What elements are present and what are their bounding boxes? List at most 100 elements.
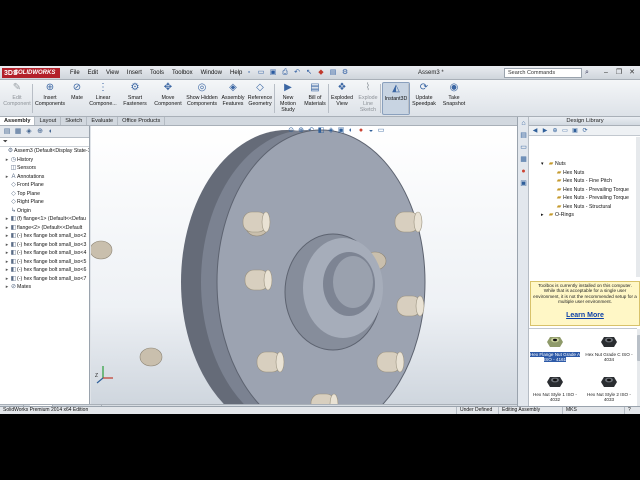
bolt-end[interactable]	[413, 211, 423, 233]
print-icon[interactable]: ⎙	[280, 68, 290, 78]
menu-insert[interactable]: Insert	[123, 67, 146, 79]
bolt-end[interactable]	[261, 211, 271, 233]
tree-item[interactable]: ◇Top Plane	[0, 190, 89, 199]
minimize-icon[interactable]: –	[600, 67, 612, 78]
smart-fasteners-button[interactable]: ⚙ Smart Fasteners	[120, 82, 150, 115]
display-manager-icon[interactable]: ◐	[46, 127, 56, 137]
file-properties-icon[interactable]: ▤	[328, 68, 338, 78]
tree-item[interactable]: ▸ ◧(-) hex flange bolt small_iso<2	[0, 232, 89, 241]
library-tree-scrollbar[interactable]	[636, 137, 640, 277]
feature-tree-icon[interactable]: ▤	[2, 127, 12, 137]
bore[interactable]	[333, 256, 373, 308]
library-folder[interactable]: ▰ Hex Nuts - Fine Pitch	[529, 177, 640, 186]
part-thumbnail[interactable]: Hex Nut Grade C ISO - 4034	[583, 332, 635, 372]
tree-item[interactable]: ◫Sensors	[0, 164, 89, 173]
tree-item[interactable]: ▸ ⊘Mates	[0, 283, 89, 292]
tree-item[interactable]: ◇Right Plane	[0, 198, 89, 207]
custom-properties-icon[interactable]: ▣	[519, 179, 528, 188]
options-icon[interactable]: ⚙	[340, 68, 350, 78]
tab-layout[interactable]: Layout	[35, 117, 62, 125]
tree-item[interactable]: ▸ ◧(-) hex flange bolt small_iso<7	[0, 275, 89, 284]
menu-toolbox[interactable]: Toolbox	[168, 67, 197, 79]
open-icon[interactable]: ▭	[256, 68, 266, 78]
search-icon[interactable]: ⌕	[585, 68, 595, 78]
library-folder[interactable]: ▰ Hex Nuts	[529, 169, 640, 178]
close-icon[interactable]: ✕	[626, 67, 638, 78]
select-icon[interactable]: ↖	[304, 68, 314, 78]
add-to-library-icon[interactable]: ⊕	[551, 127, 559, 135]
create-folder-icon[interactable]: ▣	[571, 127, 579, 135]
section-view-icon[interactable]: ◧	[317, 127, 325, 135]
dimxpert-icon[interactable]: ⊕	[35, 127, 45, 137]
library-folder[interactable]: ▰ Hex Nuts - Structural	[529, 203, 640, 212]
restore-icon[interactable]: ❐	[613, 67, 625, 78]
property-manager-icon[interactable]: ▦	[13, 127, 23, 137]
speedpak-button[interactable]: ⟳ Update Speedpak	[410, 82, 438, 115]
bom-button[interactable]: ▤ Bill of Materials	[302, 82, 328, 115]
tab-office-products[interactable]: Office Products	[118, 117, 166, 125]
new-document-icon[interactable]: ▫	[244, 68, 254, 78]
assembly-features-button[interactable]: ◈ Assembly Features	[220, 82, 246, 115]
move-component-button[interactable]: ✥ Move Component	[152, 82, 184, 115]
tree-item[interactable]: ▸ ◷History	[0, 156, 89, 165]
part-thumbnail[interactable]: Hex Flange Nut Grade A ISO - 4161	[529, 332, 581, 372]
solidworks-resources-icon[interactable]: ⌂	[519, 119, 528, 128]
menu-file[interactable]: File	[66, 67, 84, 79]
explode-line-button[interactable]: ⌇ Explode Line Sketch	[356, 82, 380, 115]
configuration-manager-icon[interactable]: ◈	[24, 127, 34, 137]
view-settings-icon[interactable]: ▭	[377, 127, 385, 135]
graphics-area[interactable]: ⊙ ⊕ ↶ ◧ ◈ ▣ ◐ ● ◒ ▭ Z	[91, 126, 517, 404]
status-units[interactable]: MKS	[562, 407, 577, 414]
linear-pattern-button[interactable]: ⋮ Linear Compone...	[88, 82, 118, 115]
learn-more-link[interactable]: Learn More	[530, 311, 640, 320]
tab-evaluate[interactable]: Evaluate	[87, 117, 119, 125]
library-folder[interactable]: ▾ ▰ Nuts	[529, 160, 640, 169]
bolt-end[interactable]	[415, 295, 425, 317]
insert-components-button[interactable]: ⊕ Insert Components	[34, 82, 66, 115]
bolt-tail[interactable]	[139, 347, 163, 367]
bolt-tail[interactable]	[91, 240, 113, 260]
solidworks-logo[interactable]: 3DS SOLIDWORKS	[2, 68, 60, 78]
tree-item[interactable]: ▸ A Annotations	[0, 173, 89, 182]
edit-component-button[interactable]: ✎ Edit Component	[2, 82, 32, 115]
instant3d-button[interactable]: ◭ Instant3D	[382, 82, 410, 115]
help-icon[interactable]: ?	[624, 407, 631, 414]
undo-icon[interactable]: ↶	[292, 68, 302, 78]
edit-appearance-icon[interactable]: ●	[357, 127, 365, 135]
filter-icon[interactable]: ⏷	[0, 138, 89, 147]
tab-sketch[interactable]: Sketch	[61, 117, 88, 125]
tree-item[interactable]: ▸ ◧(-) hex flange bolt small_iso<5	[0, 258, 89, 267]
menu-edit[interactable]: Edit	[84, 67, 102, 79]
motion-study-button[interactable]: ▶ New Motion Study	[276, 82, 300, 115]
bolt-end[interactable]	[395, 351, 405, 373]
file-explorer-icon[interactable]: ▭	[519, 143, 528, 152]
appearances-icon[interactable]: ●	[519, 167, 528, 176]
zoom-to-fit-icon[interactable]: ⊙	[287, 127, 295, 135]
tree-item[interactable]: ▸ ◧(f) flange<1> (Default<<Defau	[0, 215, 89, 224]
mate-button[interactable]: ⊘ Mate	[68, 82, 86, 115]
menu-view[interactable]: View	[102, 67, 123, 79]
menu-tools[interactable]: Tools	[146, 67, 168, 79]
tree-item[interactable]: ▸ ◧(-) hex flange bolt small_iso<6	[0, 266, 89, 275]
library-folder[interactable]: ▰ Hex Nuts - Prevailing Torque	[529, 194, 640, 203]
bolt-end[interactable]	[263, 269, 273, 291]
forward-icon[interactable]: ▶	[541, 127, 549, 135]
refresh-icon[interactable]: ⟳	[581, 127, 589, 135]
view-palette-icon[interactable]: ▦	[519, 155, 528, 164]
tree-item[interactable]: ▸ ◧(-) hex flange bolt small_iso<4	[0, 249, 89, 258]
save-icon[interactable]: ▣	[268, 68, 278, 78]
apply-scene-icon[interactable]: ◒	[367, 127, 375, 135]
exploded-view-button[interactable]: ❖ Exploded View	[330, 82, 354, 115]
tree-item[interactable]: ↳Origin	[0, 207, 89, 216]
design-library-icon[interactable]: ▤	[519, 131, 528, 140]
view-orientation-icon[interactable]: ◈	[327, 127, 335, 135]
tree-item[interactable]: ▸ ◧flange<2> (Default<<Default	[0, 224, 89, 233]
menu-window[interactable]: Window	[197, 67, 226, 79]
add-file-location-icon[interactable]: ▭	[561, 127, 569, 135]
library-folder[interactable]: ▰ Hex Nuts - Prevailing Torque	[529, 186, 640, 195]
hide-show-icon[interactable]: ◐	[347, 127, 355, 135]
display-style-icon[interactable]: ▣	[337, 127, 345, 135]
library-folder[interactable]: ▸ ▰ O-Rings	[529, 211, 640, 220]
assembly-model[interactable]	[91, 126, 517, 404]
tree-item[interactable]: ▸ ◧(-) hex flange bolt small_iso<3	[0, 241, 89, 250]
